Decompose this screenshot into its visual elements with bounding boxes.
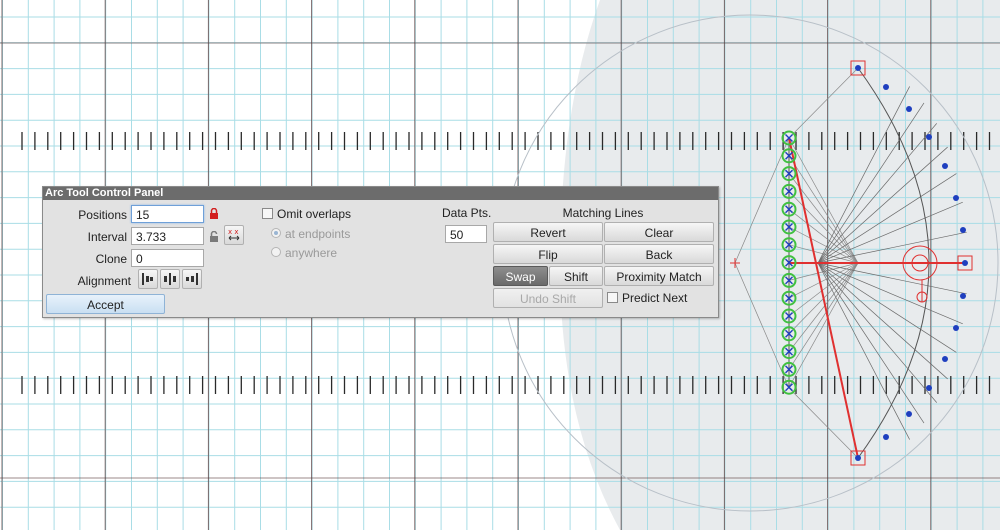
predict-next-label: Predict Next — [622, 291, 688, 305]
arc-point — [883, 84, 889, 90]
align-left-button[interactable] — [138, 269, 158, 289]
positions-field[interactable]: 15 — [131, 205, 204, 223]
swap-button[interactable]: Swap — [493, 266, 548, 286]
arc-point — [883, 434, 889, 440]
arc-point — [962, 260, 968, 266]
shift-button[interactable]: Shift — [549, 266, 603, 286]
at-endpoints-label: at endpoints — [285, 227, 351, 241]
arc-point — [926, 385, 932, 391]
predict-next-checkbox[interactable] — [607, 292, 618, 303]
arc-point — [855, 65, 861, 71]
data-pts-label: Data Pts. — [442, 206, 492, 220]
revert-button[interactable]: Revert — [493, 222, 603, 242]
clear-button[interactable]: Clear — [604, 222, 714, 242]
swap-xx-button[interactable]: x x — [224, 225, 244, 245]
anywhere-radio[interactable] — [271, 247, 281, 257]
flip-button[interactable]: Flip — [493, 244, 603, 264]
alignment-label: Alignment — [77, 274, 131, 288]
arc-point — [953, 195, 959, 201]
undo-shift-button[interactable]: Undo Shift — [493, 288, 603, 308]
arc-point — [906, 106, 912, 112]
arc-point — [855, 455, 861, 461]
clone-field[interactable]: 0 — [131, 249, 204, 267]
positions-label: Positions — [78, 208, 127, 222]
arc-tool-control-panel: Arc Tool Control Panel Positions 15 Inte… — [42, 186, 719, 318]
omit-overlaps-checkbox[interactable] — [262, 208, 273, 219]
anywhere-label: anywhere — [285, 246, 338, 260]
lock-open-icon[interactable] — [209, 231, 219, 243]
matching-lines-label: Matching Lines — [562, 206, 644, 220]
arc-point — [906, 411, 912, 417]
svg-text:x x: x x — [228, 228, 239, 236]
interval-field[interactable]: 3.733 — [131, 227, 204, 245]
interval-label: Interval — [87, 230, 127, 244]
arc-point — [942, 356, 948, 362]
arc-point — [960, 227, 966, 233]
align-left-icon — [142, 273, 153, 285]
arc-point — [926, 134, 932, 140]
arc-point — [942, 163, 948, 169]
proximity-match-button[interactable]: Proximity Match — [604, 266, 714, 286]
align-right-icon — [186, 273, 198, 285]
align-right-button[interactable] — [182, 269, 202, 289]
align-center-icon — [164, 273, 176, 285]
back-button[interactable]: Back — [604, 244, 714, 264]
omit-overlaps-label: Omit overlaps — [277, 207, 352, 221]
arc-point — [960, 293, 966, 299]
align-center-button[interactable] — [160, 269, 180, 289]
arc-point — [953, 325, 959, 331]
panel-title[interactable]: Arc Tool Control Panel — [43, 187, 718, 200]
clone-label: Clone — [95, 252, 127, 266]
data-pts-field[interactable]: 50 — [445, 225, 487, 243]
xx-arrows-icon: x x — [228, 228, 240, 241]
at-endpoints-radio[interactable] — [271, 228, 281, 238]
lock-closed-icon[interactable] — [209, 208, 219, 220]
accept-button[interactable]: Accept — [46, 294, 165, 314]
